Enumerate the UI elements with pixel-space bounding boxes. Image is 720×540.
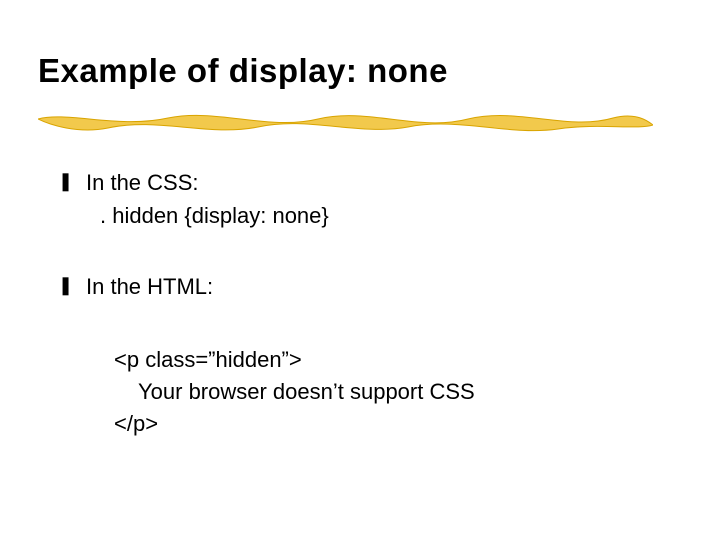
bullet-label: In the HTML: xyxy=(86,272,644,302)
title-underline xyxy=(38,105,653,139)
code-body: Your browser doesn’t support CSS xyxy=(114,376,644,408)
bullet-icon: ❚ xyxy=(58,172,73,190)
bullet-item-css: ❚ In the CSS: . hidden {display: none} xyxy=(64,168,644,230)
slide-title: Example of display: none xyxy=(38,52,448,90)
code-close-tag: </p> xyxy=(114,408,644,440)
code-open-tag: <p class=”hidden”> xyxy=(114,344,644,376)
bullet-item-html: ❚ In the HTML: xyxy=(64,272,644,302)
bullet-label: In the CSS: xyxy=(86,168,644,198)
slide-content: ❚ In the CSS: . hidden {display: none} ❚… xyxy=(64,168,644,440)
code-block: <p class=”hidden”> Your browser doesn’t … xyxy=(114,344,644,440)
bullet-icon: ❚ xyxy=(58,276,73,294)
bullet-subtext: . hidden {display: none} xyxy=(100,201,644,231)
slide: Example of display: none ❚ In the CSS: .… xyxy=(0,0,720,540)
